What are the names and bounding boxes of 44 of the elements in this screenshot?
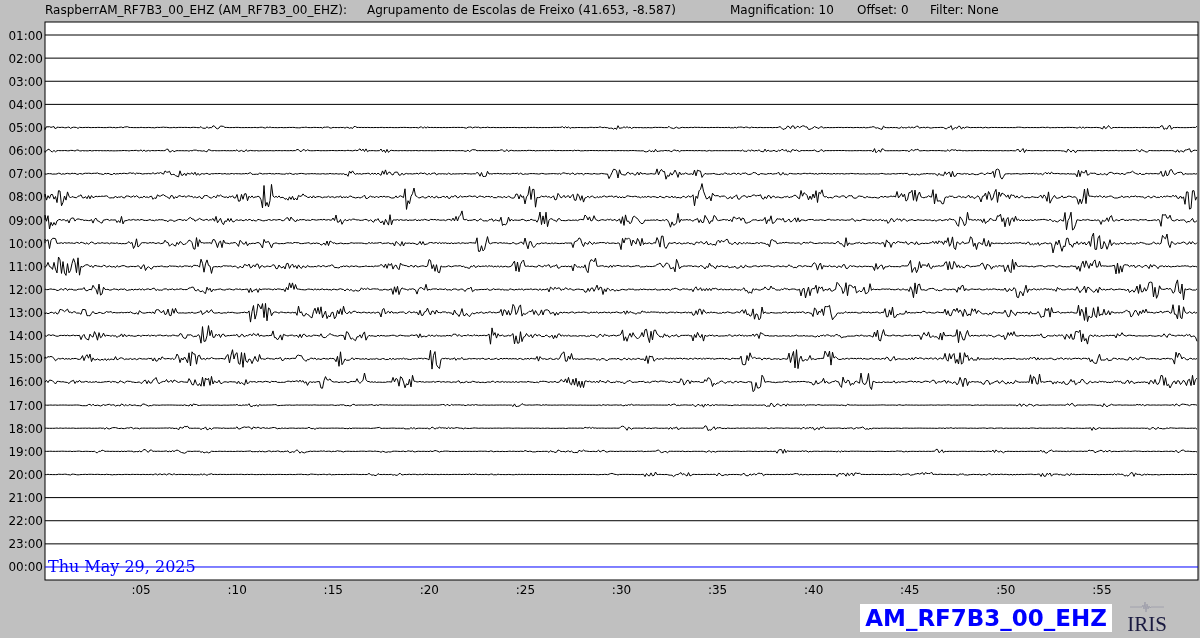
- minute-label: :50: [996, 583, 1016, 597]
- hour-label: 01:00: [8, 28, 43, 43]
- hour-label: 15:00: [8, 352, 43, 367]
- minute-label: :35: [707, 583, 728, 597]
- date-text: Thu May 29, 2025: [48, 557, 196, 576]
- filter-text: Filter: None: [930, 3, 999, 17]
- hour-label: 07:00: [8, 167, 43, 182]
- hour-label: 11:00: [8, 259, 43, 274]
- hour-label: 21:00: [8, 491, 43, 506]
- hour-label: 13:00: [8, 306, 43, 321]
- hour-label: 20:00: [8, 467, 43, 482]
- hour-label: 09:00: [8, 213, 43, 228]
- hour-label: 08:00: [8, 190, 43, 205]
- minute-label: :20: [419, 583, 439, 597]
- offset-text: Offset: 0: [857, 3, 910, 17]
- minute-label: :25: [515, 583, 536, 597]
- hour-label: 05:00: [8, 121, 43, 135]
- hour-label: 00:00: [8, 560, 43, 575]
- hour-label: 16:00: [8, 375, 43, 390]
- station-title: RaspberrAM_RF7B3_00_EHZ (AM_RF7B3_00_EHZ):: [45, 3, 348, 17]
- minute-label: :45: [900, 583, 920, 597]
- hour-label: 17:00: [8, 398, 43, 413]
- hour-label: 23:00: [8, 537, 43, 552]
- hour-label: 22:00: [8, 514, 43, 529]
- hour-label: 18:00: [8, 421, 43, 436]
- location-text: Agrupamento de Escolas de Freixo (41.653, -8.587): [367, 3, 677, 17]
- minute-label: :15: [323, 583, 343, 597]
- hour-label: 02:00: [8, 51, 43, 66]
- minute-label: :30: [611, 583, 632, 597]
- seismogram-icon: [1130, 601, 1164, 613]
- hour-label: 14:00: [8, 329, 43, 344]
- logo-text: IRIS: [1127, 613, 1167, 635]
- minute-label: :40: [804, 583, 824, 597]
- minute-label: :05: [131, 583, 151, 597]
- hour-label: 06:00: [8, 144, 43, 159]
- hour-label: 04:00: [8, 97, 43, 112]
- hour-label: 19:00: [8, 444, 43, 459]
- channel-label: AM_RF7B3_00_EHZ: [860, 604, 1112, 632]
- minute-label: :55: [1092, 583, 1112, 597]
- hour-label: 10:00: [8, 236, 43, 251]
- minute-label: :10: [227, 583, 247, 597]
- magnification-text: Magnification: 10: [730, 3, 835, 17]
- hour-label: 12:00: [8, 282, 43, 297]
- hour-label: 03:00: [8, 74, 43, 89]
